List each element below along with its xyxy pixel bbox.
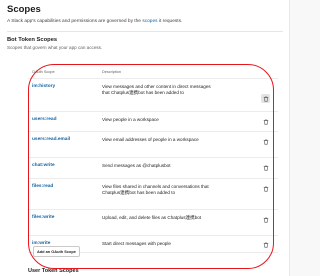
scopes-link[interactable]: scopes <box>142 19 157 24</box>
scope-name: chat:write <box>32 163 55 168</box>
trash-icon <box>263 242 268 248</box>
delete-scope-button[interactable] <box>261 94 270 103</box>
scope-description: Upload, edit, and delete files as Chatpl… <box>102 215 202 220</box>
divider <box>7 31 283 32</box>
delete-scope-button[interactable] <box>261 137 270 146</box>
delete-scope-button[interactable] <box>261 215 270 224</box>
page-title: Scopes <box>7 4 41 15</box>
scope-description: Start direct messages with people <box>102 241 171 246</box>
scopes-intro: A Slack app's capabilities and permissio… <box>7 19 182 24</box>
delete-scope-button[interactable] <box>261 117 270 126</box>
trash-icon <box>263 217 268 223</box>
intro-text-end: it requests. <box>158 19 183 24</box>
table-row: im:history View messages and other conte… <box>28 78 278 111</box>
intro-text: A Slack app's capabilities and permissio… <box>7 19 141 24</box>
scope-name: users:read.email <box>32 137 71 142</box>
scope-description: View files shared in channels and conver… <box>102 184 209 196</box>
trash-icon <box>263 139 268 145</box>
add-oauth-scope-button[interactable]: Add an OAuth Scope <box>33 246 80 257</box>
column-header-description: Description <box>102 70 121 74</box>
delete-scope-button[interactable] <box>261 184 270 193</box>
table-row: files:write Upload, edit, and delete fil… <box>28 209 278 235</box>
table-row: users:read View people in a workspace <box>28 111 278 131</box>
scope-description: View messages and other content in direc… <box>102 84 211 96</box>
scope-name: files:read <box>32 184 54 189</box>
scopes-card: Scopes A Slack app's capabilities and pe… <box>0 0 290 276</box>
scope-description: Send messages as @chatplusbot <box>102 163 171 168</box>
delete-scope-button[interactable] <box>261 240 270 249</box>
column-header-scope: OAuth Scope <box>32 70 55 74</box>
bot-token-scopes-subtitle: Scopes that govern what your app can acc… <box>7 45 103 50</box>
trash-icon <box>263 165 268 171</box>
bot-token-scopes-title: Bot Token Scopes <box>7 37 58 43</box>
delete-scope-button[interactable] <box>261 163 270 172</box>
trash-icon <box>263 119 268 125</box>
scope-name: users:read <box>32 117 57 122</box>
table-row: chat:write Send messages as @chatplusbot <box>28 157 278 178</box>
scope-name: files:write <box>32 215 55 220</box>
trash-icon <box>263 96 268 102</box>
user-token-scopes-title: User Token Scopes <box>28 268 79 274</box>
table-row: users:read.email View email addresses of… <box>28 131 278 157</box>
trash-icon <box>263 186 268 192</box>
table-row: files:read View files shared in channels… <box>28 178 278 209</box>
scope-name: im:history <box>32 84 56 89</box>
scope-description: View email addresses of people in a work… <box>102 137 199 142</box>
scope-description: View people in a workspace <box>102 117 159 122</box>
